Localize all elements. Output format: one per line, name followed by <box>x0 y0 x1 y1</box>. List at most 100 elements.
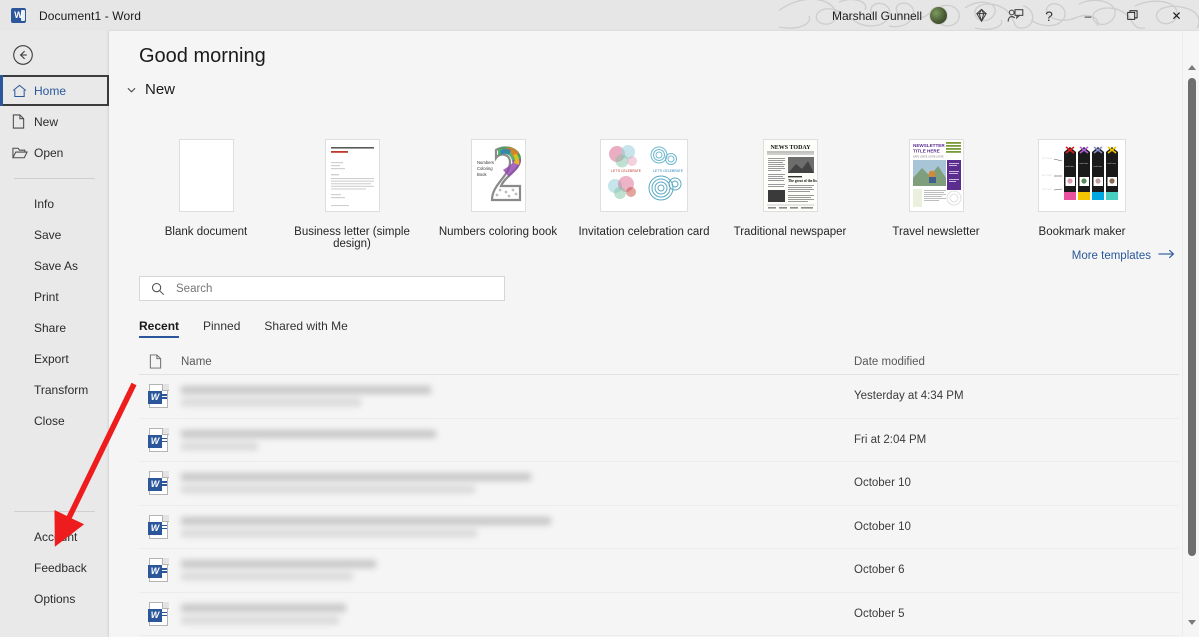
file-type-icon: W <box>139 428 181 452</box>
sidebar-item-open[interactable]: Open <box>0 137 109 168</box>
template-thumbnail-newsletter: NEWSLETTER TITLE HERE DATE | DATE | DATE… <box>909 139 964 212</box>
sidebar-item-options[interactable]: Options <box>0 583 109 614</box>
svg-text:Numbers: Numbers <box>477 160 494 165</box>
template-thumbnail-blank <box>179 139 234 212</box>
diamond-icon[interactable] <box>964 0 998 31</box>
comments-icon[interactable] <box>998 0 1032 31</box>
file-name-cell <box>181 517 854 537</box>
search-box[interactable] <box>139 276 505 301</box>
file-type-icon: W <box>139 471 181 495</box>
table-header-row: Name Date modified <box>139 349 1179 375</box>
template-thumbnail-letter <box>325 139 380 212</box>
restore-button[interactable] <box>1110 0 1154 31</box>
sidebar-item-close[interactable]: Close <box>0 405 109 436</box>
template-caption: Traditional newspaper <box>734 226 847 238</box>
sidebar-item-print[interactable]: Print <box>0 281 109 312</box>
file-name-cell <box>181 386 854 406</box>
redacted-file-name <box>181 604 346 624</box>
search-input[interactable] <box>176 283 504 295</box>
more-templates-link[interactable]: More templates <box>1072 249 1175 262</box>
template-card[interactable]: NEWS TODAY The great of the list <box>717 139 863 250</box>
template-thumbnail-invitation: LET'S CELEBRATE LET'S CELEBRATE <box>600 139 688 212</box>
sidebar-item-label: Save <box>34 228 61 242</box>
template-card[interactable]: NumbersColoringBook Numbers coloring boo… <box>425 139 571 250</box>
template-thumbnail-bookmark: text heretext heretext here text here <box>1038 139 1126 212</box>
document-title: Document1 - Word <box>39 9 141 23</box>
account-name[interactable]: Marshall Gunnell <box>832 9 922 23</box>
table-row[interactable]: W October 10 <box>139 506 1179 550</box>
sidebar-item-label: Save As <box>34 259 78 273</box>
scrollbar-thumb[interactable] <box>1188 78 1196 556</box>
help-icon[interactable]: ? <box>1032 0 1066 31</box>
table-row[interactable]: W October 10 <box>139 462 1179 506</box>
table-row[interactable]: W October 5 <box>139 593 1179 637</box>
tab-shared-with-me[interactable]: Shared with Me <box>264 319 347 338</box>
sidebar-item-label: Info <box>34 197 54 211</box>
sidebar-item-export[interactable]: Export <box>0 343 109 374</box>
sidebar-item-info[interactable]: Info <box>0 188 109 219</box>
sidebar-item-label: Transform <box>34 383 88 397</box>
template-card[interactable]: Blank document <box>133 139 279 250</box>
template-card[interactable]: LET'S CELEBRATE LET'S CELEBRATE <box>571 139 717 250</box>
template-caption: Invitation celebration card <box>578 226 709 238</box>
template-card[interactable]: NEWSLETTER TITLE HERE DATE | DATE | DATE… <box>863 139 1009 250</box>
template-caption: Numbers coloring book <box>439 226 557 238</box>
scroll-down-arrow-icon[interactable] <box>1183 614 1199 631</box>
sidebar-item-share[interactable]: Share <box>0 312 109 343</box>
sidebar-item-label: Share <box>34 321 66 335</box>
file-type-icon: W <box>139 515 181 539</box>
table-row[interactable]: W Yesterday at 4:34 PM <box>139 375 1179 419</box>
svg-text:LET'S CELEBRATE: LET'S CELEBRATE <box>653 169 684 173</box>
back-arrow-icon[interactable] <box>11 43 35 67</box>
file-date-cell: October 10 <box>854 477 1179 489</box>
sidebar-item-feedback[interactable]: Feedback <box>0 552 109 583</box>
home-icon <box>12 84 34 98</box>
file-date-cell: October 6 <box>854 564 1179 576</box>
avatar[interactable] <box>929 6 948 25</box>
backstage-content: Good morning New Blank document <box>109 31 1199 637</box>
new-section-header[interactable]: New <box>123 81 175 98</box>
more-templates-label: More templates <box>1072 250 1151 262</box>
table-row[interactable]: W Fri at 2:04 PM <box>139 419 1179 463</box>
open-folder-icon <box>12 146 34 160</box>
template-card[interactable]: Business letter (simple design) <box>279 139 425 250</box>
template-card[interactable]: text heretext heretext here text here <box>1009 139 1155 250</box>
sidebar-divider-top <box>14 178 95 179</box>
scroll-up-arrow-icon[interactable] <box>1183 59 1199 76</box>
titlebar-left-group: W Document1 - Word <box>0 8 141 23</box>
svg-text:LET'S CELEBRATE: LET'S CELEBRATE <box>611 169 642 173</box>
redacted-file-name <box>181 386 431 406</box>
sidebar-item-save-as[interactable]: Save As <box>0 250 109 281</box>
sidebar-item-home[interactable]: Home <box>0 75 109 106</box>
column-header-date-modified[interactable]: Date modified <box>854 356 1179 368</box>
new-document-icon <box>12 114 34 129</box>
file-name-cell <box>181 430 854 450</box>
sidebar-item-save[interactable]: Save <box>0 219 109 250</box>
file-date-cell: October 10 <box>854 521 1179 533</box>
recent-files-table: Name Date modified W Yesterday at 4:34 P… <box>139 349 1179 636</box>
minimize-button[interactable]: – <box>1066 0 1110 31</box>
chevron-down-icon <box>123 84 139 96</box>
word-app-icon-letter: W <box>14 11 23 20</box>
sidebar-item-transform[interactable]: Transform <box>0 374 109 405</box>
sidebar-item-label: Account <box>34 530 77 544</box>
redacted-file-name <box>181 473 531 493</box>
new-section-label: New <box>145 81 175 98</box>
search-icon <box>140 282 176 296</box>
sidebar-item-new[interactable]: New <box>0 106 109 137</box>
file-date-cell: October 5 <box>854 608 1179 620</box>
sidebar-item-account[interactable]: Account <box>0 521 109 552</box>
table-row[interactable]: W October 6 <box>139 549 1179 593</box>
template-gallery: Blank document <box>133 139 1173 250</box>
svg-text:NEWSLETTER: NEWSLETTER <box>913 143 945 148</box>
vertical-scrollbar[interactable] <box>1182 31 1199 637</box>
column-header-name[interactable]: Name <box>181 356 854 368</box>
file-name-cell <box>181 473 854 493</box>
file-type-icon: W <box>139 602 181 626</box>
redacted-file-name <box>181 517 551 537</box>
svg-text:The great of the list: The great of the list <box>788 179 817 183</box>
sidebar-item-label: Export <box>34 352 69 366</box>
tab-recent[interactable]: Recent <box>139 319 179 338</box>
tab-pinned[interactable]: Pinned <box>203 319 240 338</box>
close-button[interactable]: ✕ <box>1154 0 1199 31</box>
